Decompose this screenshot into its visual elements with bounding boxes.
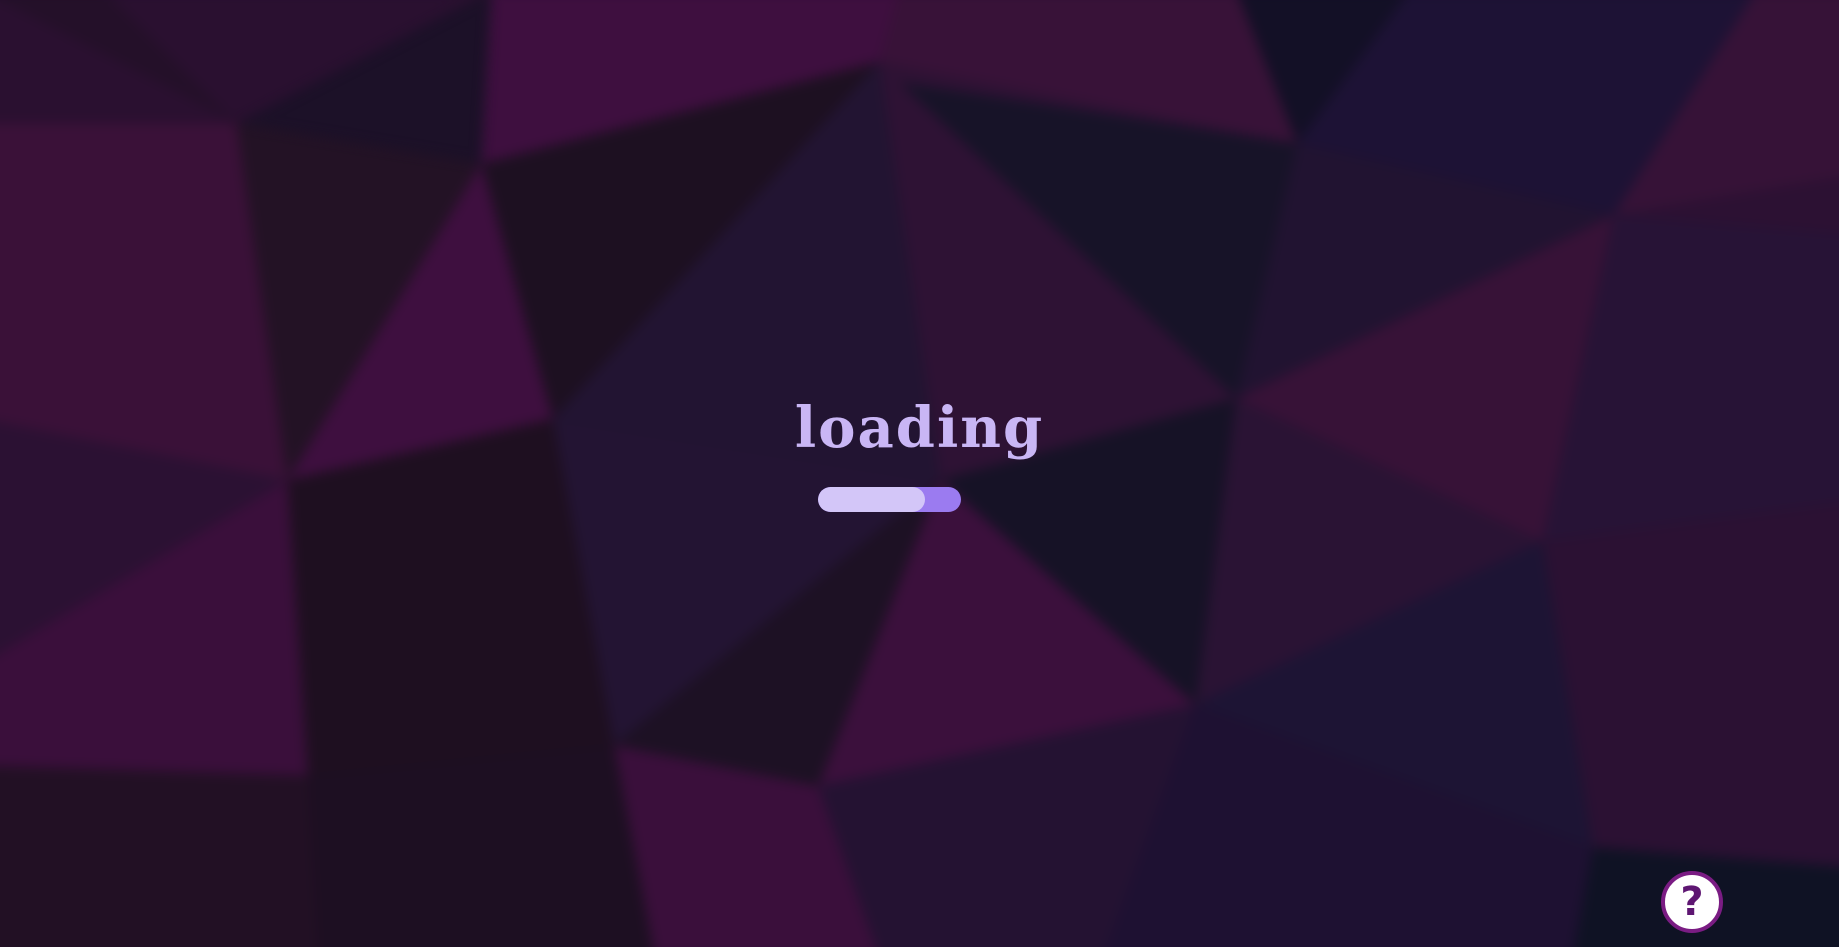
progress-fill: [818, 487, 926, 512]
low-poly-background: [0, 0, 1839, 947]
help-button[interactable]: ?: [1661, 871, 1723, 933]
loading-screen: loading ?: [0, 0, 1839, 947]
loading-progress-bar: [818, 487, 961, 512]
question-mark-icon: ?: [1680, 879, 1704, 925]
loading-title: loading: [794, 395, 1045, 461]
